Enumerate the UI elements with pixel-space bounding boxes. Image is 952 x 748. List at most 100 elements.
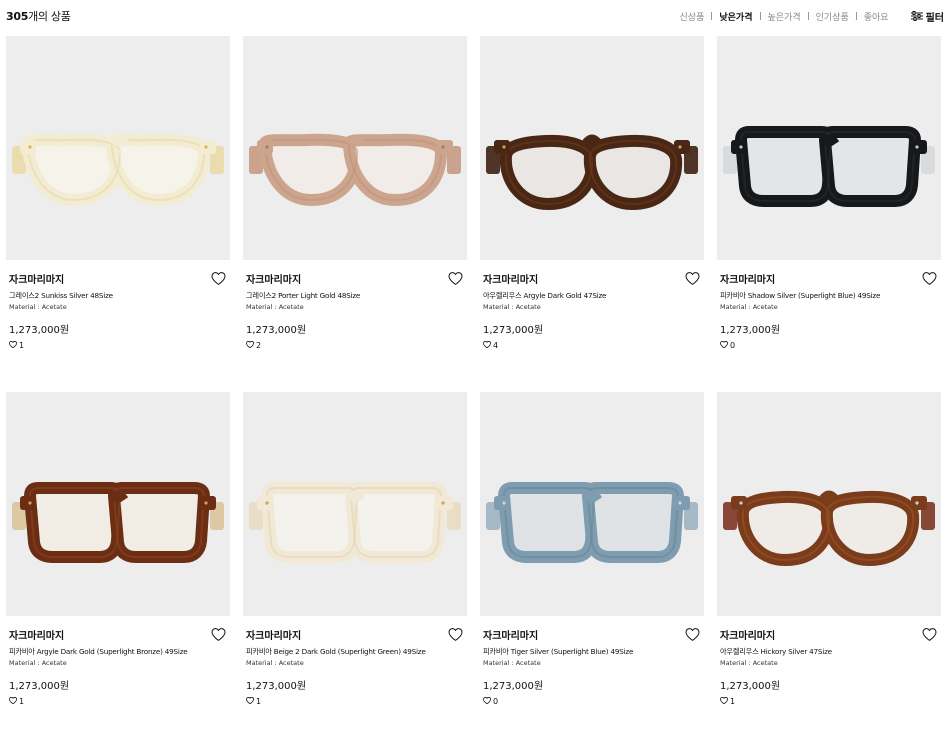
like-count[interactable]: 4 [483,340,499,350]
like-count-value: 0 [493,697,499,706]
sort-option[interactable]: 높은가격 [768,10,801,23]
product-material: Material : Acetate [246,659,304,667]
product-material: Material : Acetate [9,303,67,311]
like-count[interactable]: 1 [9,340,25,350]
glasses-image [717,390,941,618]
small-heart-icon [483,340,493,350]
product-card[interactable]: 자크마리마지 아우렐리우스 Argyle Dark Gold 47Size Ma… [480,36,704,392]
wishlist-heart-icon[interactable] [448,626,463,645]
product-image[interactable] [717,36,941,260]
sort-option[interactable]: 좋아요 [864,10,889,23]
product-count-suffix: 개의 상품 [28,10,71,23]
product-name[interactable]: 피카비아 Shadow Silver (Superlight Blue) 49S… [720,291,880,301]
wishlist-heart-icon[interactable] [922,270,937,289]
product-material: Material : Acetate [483,303,541,311]
like-count-value: 0 [730,341,736,350]
product-name[interactable]: 피카비아 Tiger Silver (Superlight Blue) 49Si… [483,647,633,657]
product-image[interactable] [6,392,230,616]
wishlist-heart-icon[interactable] [211,626,226,645]
product-material: Material : Acetate [9,659,67,667]
product-material: Material : Acetate [246,303,304,311]
product-card[interactable]: 자크마리마지 아우렐리우스 Hickory Silver 47Size Mate… [717,392,941,748]
sort-and-filter: 신상품 낮은가격 높은가격 인기상품 좋아요 필터 [680,9,944,24]
product-name[interactable]: 아우렐리우스 Argyle Dark Gold 47Size [483,291,606,301]
product-count: 305개의 상품 [6,8,71,24]
product-price: 1,273,000원 [246,681,307,692]
product-name[interactable]: 피카비아 Beige 2 Dark Gold (Superlight Green… [246,647,426,657]
product-brand[interactable]: 자크마리마지 [9,627,64,642]
filter-button[interactable]: 필터 [910,9,944,24]
wishlist-heart-icon[interactable] [922,626,937,645]
small-heart-icon [720,696,730,706]
product-price: 1,273,000원 [246,325,307,336]
glasses-image [6,34,230,262]
product-card[interactable]: 자크마리마지 피카비아 Beige 2 Dark Gold (Superligh… [243,392,467,748]
like-count-value: 4 [493,341,499,350]
sort-option[interactable]: 신상품 [680,10,705,23]
product-material: Material : Acetate [483,659,541,667]
like-count[interactable]: 1 [246,696,261,706]
product-price: 1,273,000원 [720,325,781,336]
glasses-image [243,34,467,262]
product-card[interactable]: 자크마리마지 그레이스2 Porter Light Gold 48Size Ma… [243,36,467,392]
small-heart-icon [483,696,493,706]
product-price: 1,273,000원 [483,681,544,692]
like-count-value: 1 [19,341,25,350]
product-image[interactable] [717,392,941,616]
like-count-value: 2 [256,341,262,350]
product-brand[interactable]: 자크마리마지 [483,271,538,286]
like-count[interactable]: 0 [720,340,736,350]
like-count[interactable]: 1 [9,696,25,706]
wishlist-heart-icon[interactable] [211,270,226,289]
small-heart-icon [9,340,19,350]
product-image[interactable] [243,36,467,260]
product-name[interactable]: 피카비아 Argyle Dark Gold (Superlight Bronze… [9,647,188,657]
small-heart-icon [9,696,19,706]
product-card[interactable]: 자크마리마지 그레이스2 Sunkiss Silver 48Size Mater… [6,36,230,392]
product-brand[interactable]: 자크마리마지 [246,271,301,286]
product-price: 1,273,000원 [9,681,70,692]
product-brand[interactable]: 자크마리마지 [9,271,64,286]
product-card[interactable]: 자크마리마지 피카비아 Shadow Silver (Superlight Bl… [717,36,941,392]
sort-separator [807,12,809,20]
results-header: 305개의 상품 신상품 낮은가격 높은가격 인기상품 좋아요 필터 [0,0,952,32]
product-image[interactable] [6,36,230,260]
glasses-image [243,390,467,618]
glasses-image [6,390,230,618]
product-name[interactable]: 아우렐리우스 Hickory Silver 47Size [720,647,832,657]
product-price: 1,273,000원 [9,325,70,336]
product-brand[interactable]: 자크마리마지 [720,627,775,642]
glasses-image [717,34,941,262]
product-image[interactable] [480,392,704,616]
small-heart-icon [246,340,256,350]
like-count-value: 1 [730,697,736,706]
product-name[interactable]: 그레이스2 Sunkiss Silver 48Size [9,291,113,301]
product-grid: 자크마리마지 그레이스2 Sunkiss Silver 48Size Mater… [6,36,941,748]
wishlist-heart-icon[interactable] [685,270,700,289]
product-card[interactable]: 자크마리마지 피카비아 Argyle Dark Gold (Superlight… [6,392,230,748]
product-material: Material : Acetate [720,659,778,667]
small-heart-icon [720,340,730,350]
product-name[interactable]: 그레이스2 Porter Light Gold 48Size [246,291,360,301]
product-card[interactable]: 자크마리마지 피카비아 Tiger Silver (Superlight Blu… [480,392,704,748]
sort-option[interactable]: 인기상품 [816,10,849,23]
product-brand[interactable]: 자크마리마지 [720,271,775,286]
product-image[interactable] [243,392,467,616]
product-price: 1,273,000원 [720,681,781,692]
sort-options: 신상품 낮은가격 높은가격 인기상품 좋아요 [680,10,889,23]
wishlist-heart-icon[interactable] [448,270,463,289]
wishlist-heart-icon[interactable] [685,626,700,645]
product-brand[interactable]: 자크마리마지 [483,627,538,642]
product-material: Material : Acetate [720,303,778,311]
product-brand[interactable]: 자크마리마지 [246,627,301,642]
product-image[interactable] [480,36,704,260]
like-count-value: 1 [19,697,25,706]
filter-label: 필터 [925,12,944,24]
glasses-image [480,390,704,618]
like-count[interactable]: 2 [246,340,262,350]
like-count[interactable]: 0 [483,696,499,706]
glasses-image [480,34,704,262]
sort-option[interactable]: 낮은가격 [719,10,752,23]
like-count[interactable]: 1 [720,696,736,706]
sort-separator [855,12,857,20]
